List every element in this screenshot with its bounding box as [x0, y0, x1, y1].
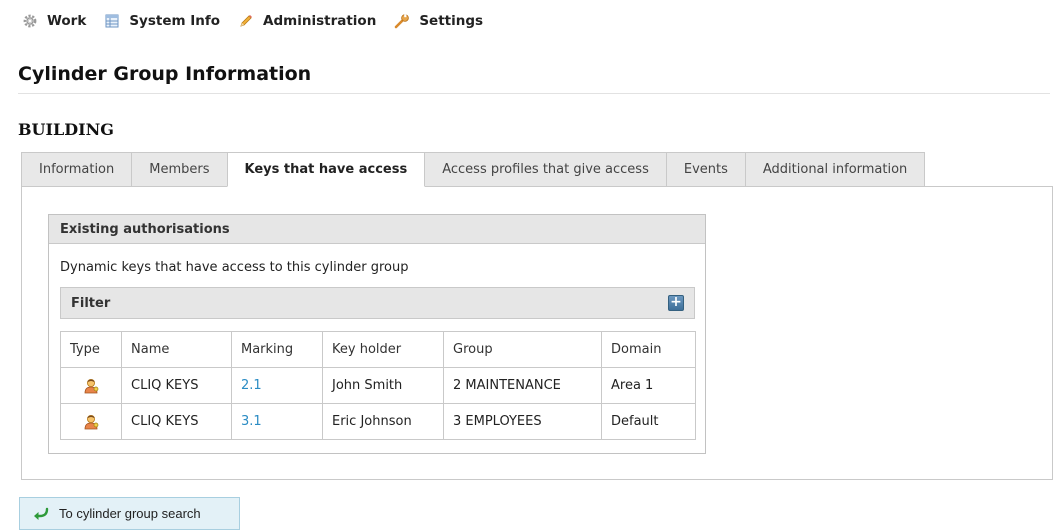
marking-cell: 2.1	[231, 367, 323, 404]
authorisations-header: Existing authorisations	[49, 215, 705, 244]
table-icon	[105, 14, 119, 28]
existing-authorisations-panel: Existing authorisations Dynamic keys tha…	[48, 214, 706, 454]
nav-label-administration: Administration	[263, 13, 377, 29]
nav-item-work[interactable]: Work	[22, 13, 86, 29]
nav-item-settings[interactable]: Settings	[394, 13, 483, 29]
domain-cell: Area 1	[601, 367, 696, 404]
marking-link[interactable]: 3.1	[241, 414, 262, 429]
marking-cell: 3.1	[231, 403, 323, 440]
marking-link[interactable]: 2.1	[241, 378, 262, 393]
column-header-type[interactable]: Type	[60, 331, 122, 368]
column-header-domain[interactable]: Domain	[601, 331, 696, 368]
tab-bar: Information Members Keys that have acces…	[21, 152, 926, 187]
table-row: CLIQ KEYS 3.1 Eric Johnson 3 EMPLOYEES D…	[60, 403, 696, 440]
plus-icon[interactable]: +	[668, 295, 684, 311]
key-user-icon	[84, 414, 99, 429]
authorisations-description: Dynamic keys that have access to this cy…	[60, 260, 409, 275]
nav-label-work: Work	[47, 13, 87, 29]
name-cell: CLIQ KEYS	[121, 367, 232, 404]
table-header-row: Type Name Marking Key holder Group Domai…	[60, 331, 696, 368]
column-header-group[interactable]: Group	[443, 331, 602, 368]
column-header-key-holder[interactable]: Key holder	[322, 331, 444, 368]
key-holder-cell: John Smith	[322, 367, 444, 404]
group-cell: 2 MAINTENANCE	[443, 367, 602, 404]
pencil-icon	[240, 15, 253, 27]
gear-icon	[23, 14, 37, 28]
column-header-name[interactable]: Name	[121, 331, 232, 368]
nav-item-system-info[interactable]: System Info	[104, 13, 220, 29]
back-button-label: To cylinder group search	[59, 506, 201, 521]
domain-cell: Default	[601, 403, 696, 440]
tab-keys-that-have-access[interactable]: Keys that have access	[226, 152, 426, 187]
type-cell	[60, 403, 122, 440]
nav-label-system-info: System Info	[129, 13, 221, 29]
keys-table: Type Name Marking Key holder Group Domai…	[60, 331, 696, 440]
key-holder-cell: Eric Johnson	[322, 403, 444, 440]
column-header-marking[interactable]: Marking	[231, 331, 323, 368]
tab-information[interactable]: Information	[21, 152, 133, 187]
to-cylinder-group-search-button[interactable]: To cylinder group search	[19, 497, 240, 530]
type-cell	[60, 367, 122, 404]
back-arrow-icon	[34, 507, 49, 520]
top-navigation: Work System Info Administration Settings	[22, 8, 501, 34]
page-title: Cylinder Group Information	[18, 63, 312, 85]
wrench-icon	[395, 14, 410, 29]
filter-label: Filter	[71, 295, 111, 311]
section-title: BUILDING	[18, 120, 114, 139]
nav-item-administration[interactable]: Administration	[238, 13, 376, 29]
filter-bar[interactable]: Filter +	[60, 287, 695, 319]
group-cell: 3 EMPLOYEES	[443, 403, 602, 440]
name-cell: CLIQ KEYS	[121, 403, 232, 440]
table-row: CLIQ KEYS 2.1 John Smith 2 MAINTENANCE A…	[60, 367, 696, 404]
tab-members[interactable]: Members	[131, 152, 228, 187]
title-divider	[18, 93, 1050, 94]
tab-events[interactable]: Events	[665, 152, 746, 187]
nav-label-settings: Settings	[419, 13, 484, 29]
tab-access-profiles[interactable]: Access profiles that give access	[424, 152, 667, 187]
key-user-icon	[84, 378, 99, 393]
tab-additional-information[interactable]: Additional information	[744, 152, 926, 187]
tab-panel: Existing authorisations Dynamic keys tha…	[21, 186, 1053, 480]
